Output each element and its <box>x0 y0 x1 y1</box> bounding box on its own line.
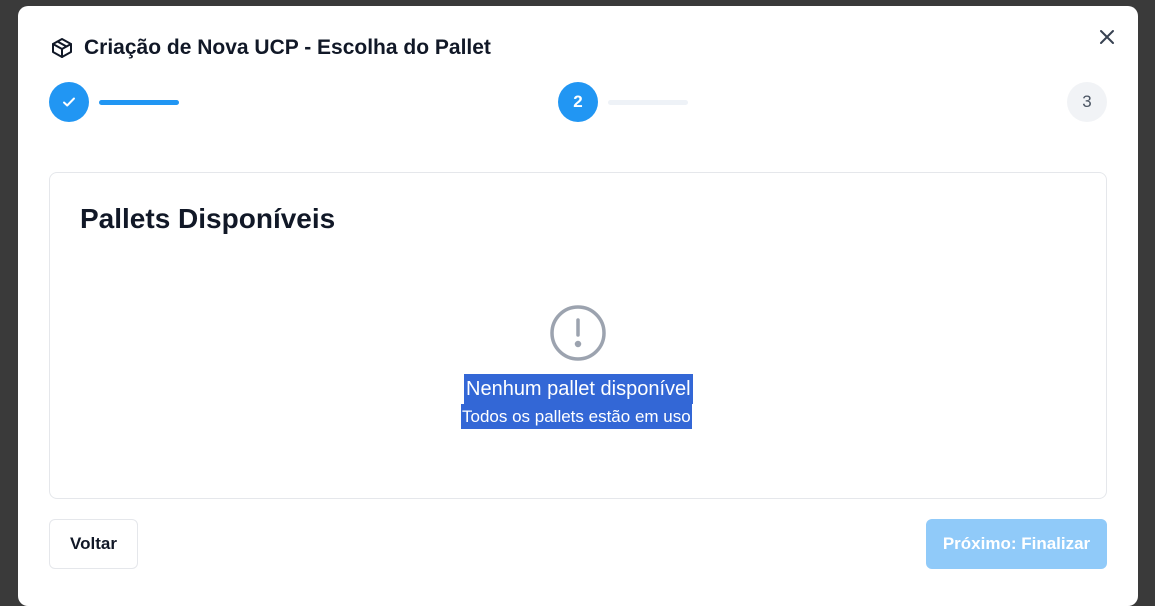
empty-state-title: Nenhum pallet disponível <box>464 374 693 404</box>
step-1-progress-track <box>99 100 179 105</box>
create-ucp-modal: Criação de Nova UCP - Escolha do Pallet … <box>18 6 1138 606</box>
step-1-completed <box>49 82 89 122</box>
card-title: Pallets Disponíveis <box>80 203 336 234</box>
step-1-progress-fill <box>99 100 179 105</box>
alert-circle-icon <box>550 305 606 361</box>
modal-title: Criação de Nova UCP - Escolha do Pallet <box>84 36 491 59</box>
empty-state-subtitle: Todos os pallets estão em uso <box>461 404 692 429</box>
modal-header: Criação de Nova UCP - Escolha do Pallet <box>50 36 491 60</box>
next-finalize-button[interactable]: Próximo: Finalizar <box>926 519 1107 569</box>
close-icon <box>1100 30 1114 44</box>
step-2-label: 2 <box>573 92 583 111</box>
pallets-card: Pallets Disponíveis Nenhum pallet dispon… <box>49 172 1107 499</box>
close-button[interactable] <box>1096 26 1118 48</box>
back-button[interactable]: Voltar <box>49 519 138 569</box>
step-3-pending: 3 <box>1067 82 1107 122</box>
step-3-label: 3 <box>1082 92 1092 111</box>
step-2-active: 2 <box>558 82 598 122</box>
step-2-progress-track <box>608 100 688 105</box>
backdrop <box>1138 0 1155 593</box>
check-icon <box>63 97 75 107</box>
package-icon <box>52 38 72 58</box>
